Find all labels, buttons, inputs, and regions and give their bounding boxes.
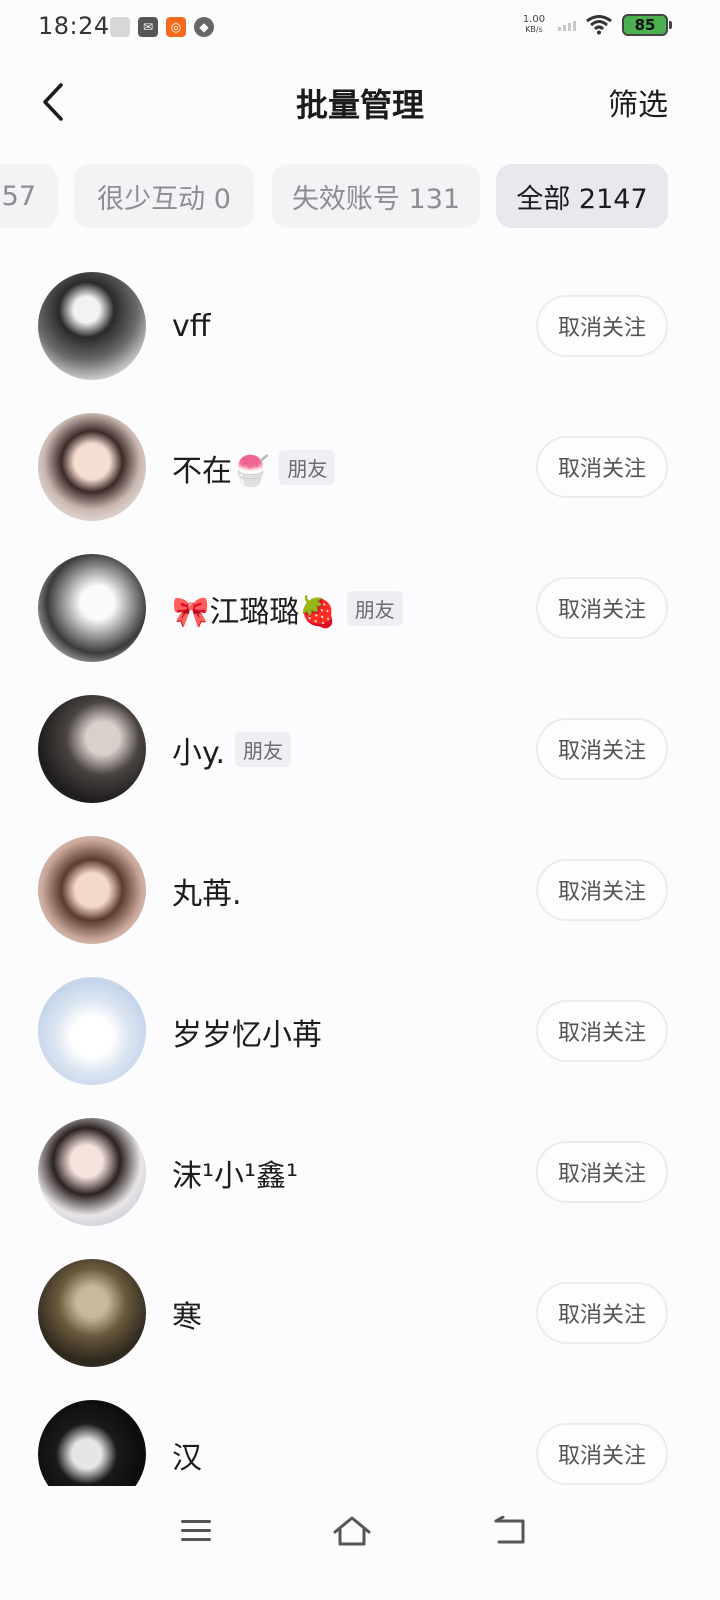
username: 岁岁忆小苒 <box>172 1017 322 1053</box>
name-wrap: 汉 <box>172 1384 202 1486</box>
home-icon <box>333 1516 371 1546</box>
username: 沫¹小¹鑫¹ <box>172 1158 299 1194</box>
username: 汉 <box>172 1440 202 1476</box>
wifi-icon <box>586 15 612 35</box>
avatar[interactable] <box>38 695 146 803</box>
avatar[interactable] <box>38 554 146 662</box>
battery-icon: 85 <box>622 14 672 36</box>
username: 丸苒. <box>172 876 242 912</box>
name-wrap: 沫¹小¹鑫¹ <box>172 1102 298 1243</box>
name-wrap: vff <box>172 256 210 397</box>
app-notification-icon: ◎ <box>166 17 186 37</box>
network-speed: 1.00 KB/s <box>520 15 548 35</box>
unfollow-button[interactable]: 取消关注 <box>536 295 668 357</box>
username: 🎀江璐璐🍓 <box>172 594 337 630</box>
unfollow-button[interactable]: 取消关注 <box>536 859 668 921</box>
notification-icons: ✉ ◎ ◆ <box>110 17 214 37</box>
tab-rarely-interact[interactable]: 很少互动 0 <box>74 164 254 228</box>
username: 不在🍧 <box>172 453 270 489</box>
unfollow-button[interactable]: 取消关注 <box>536 1000 668 1062</box>
list-item[interactable]: 小y. 朋友 取消关注 <box>0 679 720 820</box>
notification-icon <box>110 17 130 37</box>
header: 批量管理 筛选 <box>0 60 720 140</box>
menu-icon <box>181 1520 211 1541</box>
name-wrap: 丸苒. <box>172 820 242 961</box>
unfollow-button[interactable]: 取消关注 <box>536 436 668 498</box>
category-tabs: 57 很少互动 0 失效账号 131 全部 2147 <box>0 164 720 228</box>
home-button[interactable] <box>322 1506 382 1556</box>
name-wrap: 小y. 朋友 <box>172 679 292 820</box>
list-item[interactable]: 沫¹小¹鑫¹ 取消关注 <box>0 1102 720 1243</box>
list-item[interactable]: 寒 取消关注 <box>0 1243 720 1384</box>
tab-invalid-accounts[interactable]: 失效账号 131 <box>272 164 480 228</box>
signal-icon <box>558 19 576 31</box>
user-list: vff 取消关注 不在🍧 朋友 取消关注 🎀江璐璐🍓 朋友 取消关注 小y. 朋… <box>0 256 720 1486</box>
tab-partial[interactable]: 57 <box>0 164 58 228</box>
name-wrap: 不在🍧 朋友 <box>172 397 336 538</box>
status-time: 18:24 <box>38 12 110 40</box>
network-speed-value: 1.00 <box>522 14 546 25</box>
unfollow-button[interactable]: 取消关注 <box>536 1423 668 1485</box>
battery-level: 85 <box>634 16 656 34</box>
list-item[interactable]: 🎀江璐璐🍓 朋友 取消关注 <box>0 538 720 679</box>
list-item[interactable]: vff 取消关注 <box>0 256 720 397</box>
unfollow-button[interactable]: 取消关注 <box>536 1282 668 1344</box>
avatar[interactable] <box>38 1118 146 1226</box>
username: vff <box>172 309 211 344</box>
list-item[interactable]: 丸苒. 取消关注 <box>0 820 720 961</box>
friend-tag: 朋友 <box>279 450 336 485</box>
unfollow-button[interactable]: 取消关注 <box>536 1141 668 1203</box>
unfollow-button[interactable]: 取消关注 <box>536 577 668 639</box>
name-wrap: 岁岁忆小苒 <box>172 961 322 1102</box>
friend-tag: 朋友 <box>235 732 292 767</box>
name-wrap: 🎀江璐璐🍓 朋友 <box>172 538 403 679</box>
avatar[interactable] <box>38 272 146 380</box>
avatar[interactable] <box>38 977 146 1085</box>
back-nav-button[interactable] <box>480 1506 540 1556</box>
message-icon: ✉ <box>138 17 158 37</box>
menu-button[interactable] <box>166 1506 226 1556</box>
system-nav-bar <box>0 1486 720 1600</box>
avatar[interactable] <box>38 1259 146 1367</box>
list-item[interactable]: 岁岁忆小苒 取消关注 <box>0 961 720 1102</box>
unfollow-button[interactable]: 取消关注 <box>536 718 668 780</box>
status-bar: 18:24 ✉ ◎ ◆ 1.00 KB/s 85 <box>0 0 720 56</box>
avatar[interactable] <box>38 836 146 944</box>
back-icon <box>494 1516 525 1544</box>
friend-tag: 朋友 <box>346 591 403 626</box>
list-item[interactable]: 不在🍧 朋友 取消关注 <box>0 397 720 538</box>
name-wrap: 寒 <box>172 1243 202 1384</box>
username: 寒 <box>172 1299 202 1335</box>
status-right: 1.00 KB/s 85 <box>520 14 672 36</box>
media-icon: ◆ <box>194 17 214 37</box>
username: 小y. <box>172 735 226 771</box>
list-item[interactable]: 汉 取消关注 <box>0 1384 720 1486</box>
avatar[interactable] <box>38 413 146 521</box>
avatar[interactable] <box>38 1400 146 1486</box>
network-speed-unit: KB/s <box>525 25 543 34</box>
filter-button[interactable]: 筛选 <box>608 80 668 124</box>
tab-all[interactable]: 全部 2147 <box>496 164 668 228</box>
